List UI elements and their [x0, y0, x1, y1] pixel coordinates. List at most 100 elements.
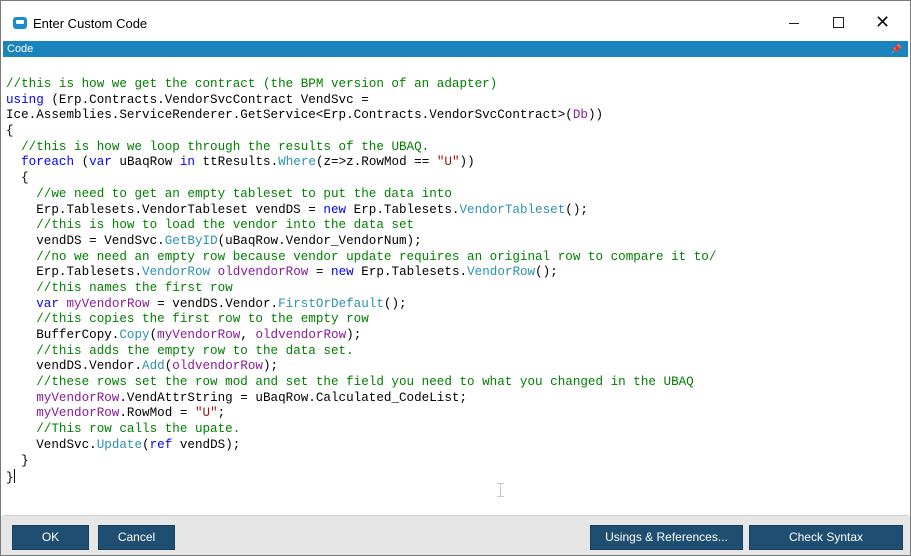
code-token-variable: myVendorRow — [157, 328, 241, 342]
code-token-comment: //this copies the first row to the empty… — [36, 312, 369, 327]
cancel-button[interactable]: Cancel — [98, 525, 175, 550]
code-line: Erp.Tablesets.VendorRow oldvendorRow = n… — [6, 265, 716, 281]
window-title: Enter Custom Code — [33, 16, 148, 31]
code-token-keyword: ref — [149, 437, 173, 452]
close-button[interactable]: ✕ — [861, 7, 907, 39]
code-token-plain: )) — [459, 155, 475, 170]
close-icon: ✕ — [875, 12, 891, 32]
maximize-button[interactable] — [816, 7, 862, 39]
code-line: //this is how we get the contract (the B… — [6, 77, 716, 93]
code-token-keyword: new — [323, 202, 347, 217]
code-token-variable: myVendorRow — [66, 296, 150, 311]
check-syntax-button[interactable]: Check Syntax — [749, 525, 903, 550]
code-token-plain: (z=>z.RowMod == — [315, 155, 437, 170]
title-bar[interactable]: Enter Custom Code ✕ — [1, 1, 910, 39]
code-token-keyword: new — [331, 265, 354, 280]
code-token-keyword: foreach — [21, 155, 75, 170]
code-token-variable: oldvendorRow — [172, 359, 263, 374]
code-line: vendDS = VendSvc.GetByID(uBaqRow.Vendor_… — [6, 234, 716, 250]
code-token-plain: VendSvc. — [6, 437, 97, 452]
code-token-comment: //this adds the empty row to the data se… — [36, 343, 354, 358]
ok-button[interactable]: OK — [12, 525, 89, 550]
code-token-plain: ); — [263, 359, 279, 374]
code-token-plain: (uBaqRow.Vendor_VendorNum); — [217, 233, 422, 248]
code-token-member: Update — [96, 437, 143, 452]
code-line: BufferCopy.Copy(myVendorRow, oldvendorRo… — [6, 328, 716, 344]
maximize-icon — [833, 17, 844, 28]
code-token-comment: //this is how we get the contract (the B… — [6, 77, 498, 91]
dialog-footer: OK Cancel Usings & References... Check S… — [1, 516, 910, 555]
code-token-plain: .VendAttrString = uBaqRow.Calculated_Cod… — [119, 390, 468, 405]
code-token-plain: vendDS = VendSvc. — [6, 233, 165, 248]
code-token-plain: } — [6, 471, 14, 486]
code-line: { — [6, 124, 716, 140]
code-token-type: VendorTableset — [459, 202, 566, 217]
code-panel-header: Code 📌 — [3, 41, 908, 57]
code-token-plain: (); — [383, 296, 407, 311]
code-line: } — [6, 469, 716, 485]
code-token-plain: = vendDS.Vendor. — [149, 296, 279, 311]
code-token-plain: )) — [587, 108, 604, 123]
custom-code-dialog: Enter Custom Code ✕ Code 📌 //this is how… — [0, 0, 911, 556]
code-token-member: Add — [142, 359, 165, 374]
code-editor[interactable]: //this is how we get the contract (the B… — [3, 59, 908, 516]
code-token-plain: } — [6, 453, 29, 468]
code-token-plain: Erp.Tablesets. — [6, 265, 143, 280]
code-token-comment: //these rows set the row mod and set the… — [36, 375, 694, 390]
code-line: //this is how we loop through the result… — [6, 140, 716, 156]
code-token-comment: //we need to get an empty tableset to pu… — [36, 186, 452, 201]
minimize-icon — [789, 23, 799, 24]
code-token-plain: vendDS.Vendor. — [6, 359, 143, 374]
code-token-keyword: in — [179, 155, 195, 170]
code-token-variable: myVendorRow — [36, 406, 120, 421]
code-token-comment: //no we need an empty row because vendor… — [36, 249, 717, 264]
code-line: //This row calls the upate. — [6, 422, 716, 438]
code-token-comment: //this names the first row — [36, 280, 233, 295]
code-token-plain: .RowMod = — [119, 406, 195, 421]
code-line: myVendorRow.VendAttrString = uBaqRow.Cal… — [6, 391, 716, 407]
pin-icon[interactable]: 📌 — [891, 41, 902, 57]
code-token-plain: Ice.Assemblies.ServiceRenderer.GetServic… — [6, 108, 573, 123]
code-line: //no we need an empty row because vendor… — [6, 250, 716, 266]
code-line: { — [6, 171, 716, 187]
usings-references-button[interactable]: Usings & References... — [590, 525, 743, 550]
code-token-type: VendorRow — [142, 265, 211, 280]
code-line: //this copies the first row to the empty… — [6, 312, 716, 328]
text-cursor-icon — [497, 483, 504, 497]
code-line: foreach (var uBaqRow in ttResults.Where(… — [6, 155, 716, 171]
app-window-icon — [13, 17, 27, 29]
code-token-plain: Erp.Tablesets. — [346, 202, 460, 217]
code-line: //this is how to load the vendor into th… — [6, 218, 716, 234]
code-line: } — [6, 454, 716, 470]
code-token-type: VendorRow — [467, 265, 536, 280]
code-line: Erp.Tablesets.VendorTableset vendDS = ne… — [6, 203, 716, 219]
code-line: //these rows set the row mod and set the… — [6, 375, 716, 391]
code-token-plain: ( — [74, 155, 90, 170]
code-line: vendDS.Vendor.Add(oldvendorRow); — [6, 359, 716, 375]
code-token-plain: (); — [565, 202, 588, 217]
code-token-plain: ( — [142, 437, 150, 452]
minimize-button[interactable] — [771, 7, 817, 39]
code-token-string: "U" — [194, 406, 218, 421]
code-token-plain: , — [240, 328, 256, 342]
code-token-keyword: var — [36, 296, 59, 311]
code-token-plain: Erp.Tablesets.VendorTableset vendDS = — [6, 202, 324, 217]
code-line: //we need to get an empty tableset to pu… — [6, 187, 716, 203]
code-token-plain: vendDS); — [172, 437, 241, 452]
code-text[interactable]: //this is how we get the contract (the B… — [6, 77, 716, 485]
code-token-plain: (); — [535, 265, 558, 280]
code-token-plain: { — [6, 124, 14, 139]
code-line: Ice.Assemblies.ServiceRenderer.GetServic… — [6, 108, 716, 124]
code-token-plain: ); — [346, 328, 362, 342]
code-line: myVendorRow.RowMod = "U"; — [6, 406, 716, 422]
